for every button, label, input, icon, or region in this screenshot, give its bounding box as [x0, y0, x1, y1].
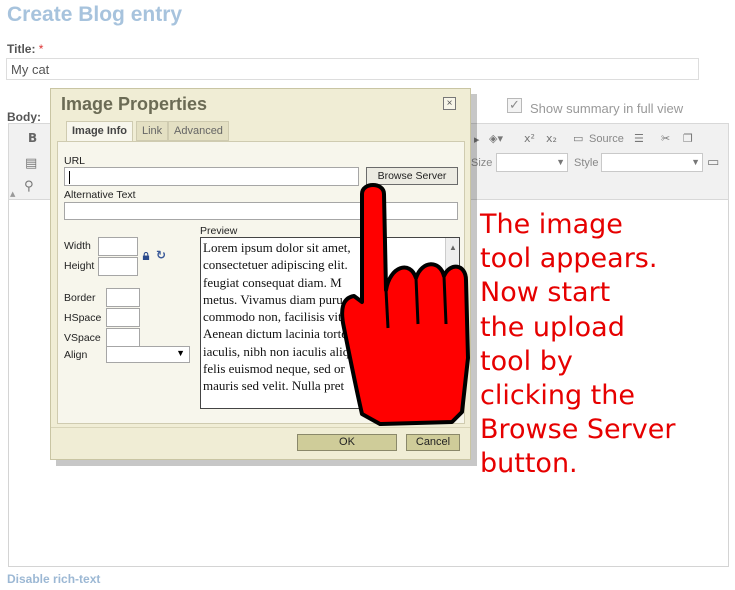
width-input[interactable] [98, 237, 138, 256]
height-label: Height [64, 260, 95, 272]
find-icon[interactable]: ⚲ [24, 179, 34, 194]
annotation-line: tool appears. [480, 243, 658, 275]
alt-text-label: Alternative Text [64, 189, 136, 201]
width-label: Width [64, 240, 91, 252]
annotation-line: tool by [480, 345, 573, 377]
align-label: Align [64, 349, 88, 361]
summary-label: Show summary in full view [530, 101, 684, 116]
url-input[interactable] [64, 167, 359, 186]
text-color-icon[interactable]: ◈▾ [489, 132, 503, 145]
close-icon[interactable]: × [443, 97, 456, 110]
pointing-hand-icon [340, 183, 470, 426]
cut-icon[interactable]: ✂ [661, 132, 670, 145]
lock-icon[interactable] [142, 252, 150, 260]
list-icon[interactable]: ☰ [634, 132, 644, 145]
required-mark: * [38, 42, 44, 56]
page-title: Create Blog entry [7, 3, 183, 26]
style-label: Style [574, 157, 599, 169]
superscript-icon[interactable]: x² [524, 132, 535, 145]
bold-icon[interactable]: B [28, 131, 37, 145]
disable-rich-text-link[interactable]: Disable rich-text [7, 572, 100, 586]
summary-checkbox[interactable]: ✓ [507, 98, 522, 113]
border-label: Border [64, 292, 96, 304]
preview-label: Preview [200, 225, 238, 237]
height-input[interactable] [98, 257, 138, 276]
paste-icon[interactable]: ▤ [25, 156, 37, 171]
body-label: Body: [7, 110, 41, 124]
vspace-input[interactable] [106, 328, 140, 347]
title-label-text: Title: [7, 42, 36, 56]
tab-advanced[interactable]: Advanced [168, 121, 229, 141]
border-input[interactable] [106, 288, 140, 307]
url-label: URL [64, 155, 86, 167]
annotation-line: Now start [480, 277, 611, 309]
tab-image-info[interactable]: Image Info [66, 121, 134, 142]
align-select[interactable]: ▼ [106, 346, 190, 363]
reset-size-icon[interactable]: ↻ [156, 248, 166, 262]
annotation-line: Browse Server [480, 414, 676, 446]
style-combo[interactable]: ▼ [601, 153, 703, 172]
annotation-line: the upload [480, 311, 625, 343]
maximize-icon[interactable]: ▭ [707, 155, 719, 170]
copy-icon[interactable]: ❐ [683, 132, 693, 145]
annotation-line: clicking the [480, 380, 635, 412]
source-button-label[interactable]: Source [589, 133, 624, 145]
source-icon[interactable]: ▭ [573, 132, 583, 145]
title-field-label: Title: * [7, 42, 43, 56]
text-cursor [69, 171, 70, 184]
instruction-annotation: The image tool appears. Now start the up… [480, 208, 732, 482]
hspace-label: HSpace [64, 312, 102, 324]
annotation-line: The image [480, 209, 623, 240]
vspace-label: VSpace [64, 332, 101, 344]
subscript-icon[interactable]: x₂ [546, 132, 557, 145]
size-combo[interactable]: ▼ [496, 153, 568, 172]
annotation-line: button. [480, 448, 578, 480]
tab-link[interactable]: Link [136, 121, 169, 141]
hspace-input[interactable] [106, 308, 140, 327]
dialog-title: Image Properties [61, 94, 208, 114]
title-input[interactable] [6, 58, 699, 80]
chevron-down-icon: ▼ [176, 348, 185, 358]
toolbar-collapse-icon[interactable]: ▲ [10, 190, 15, 198]
